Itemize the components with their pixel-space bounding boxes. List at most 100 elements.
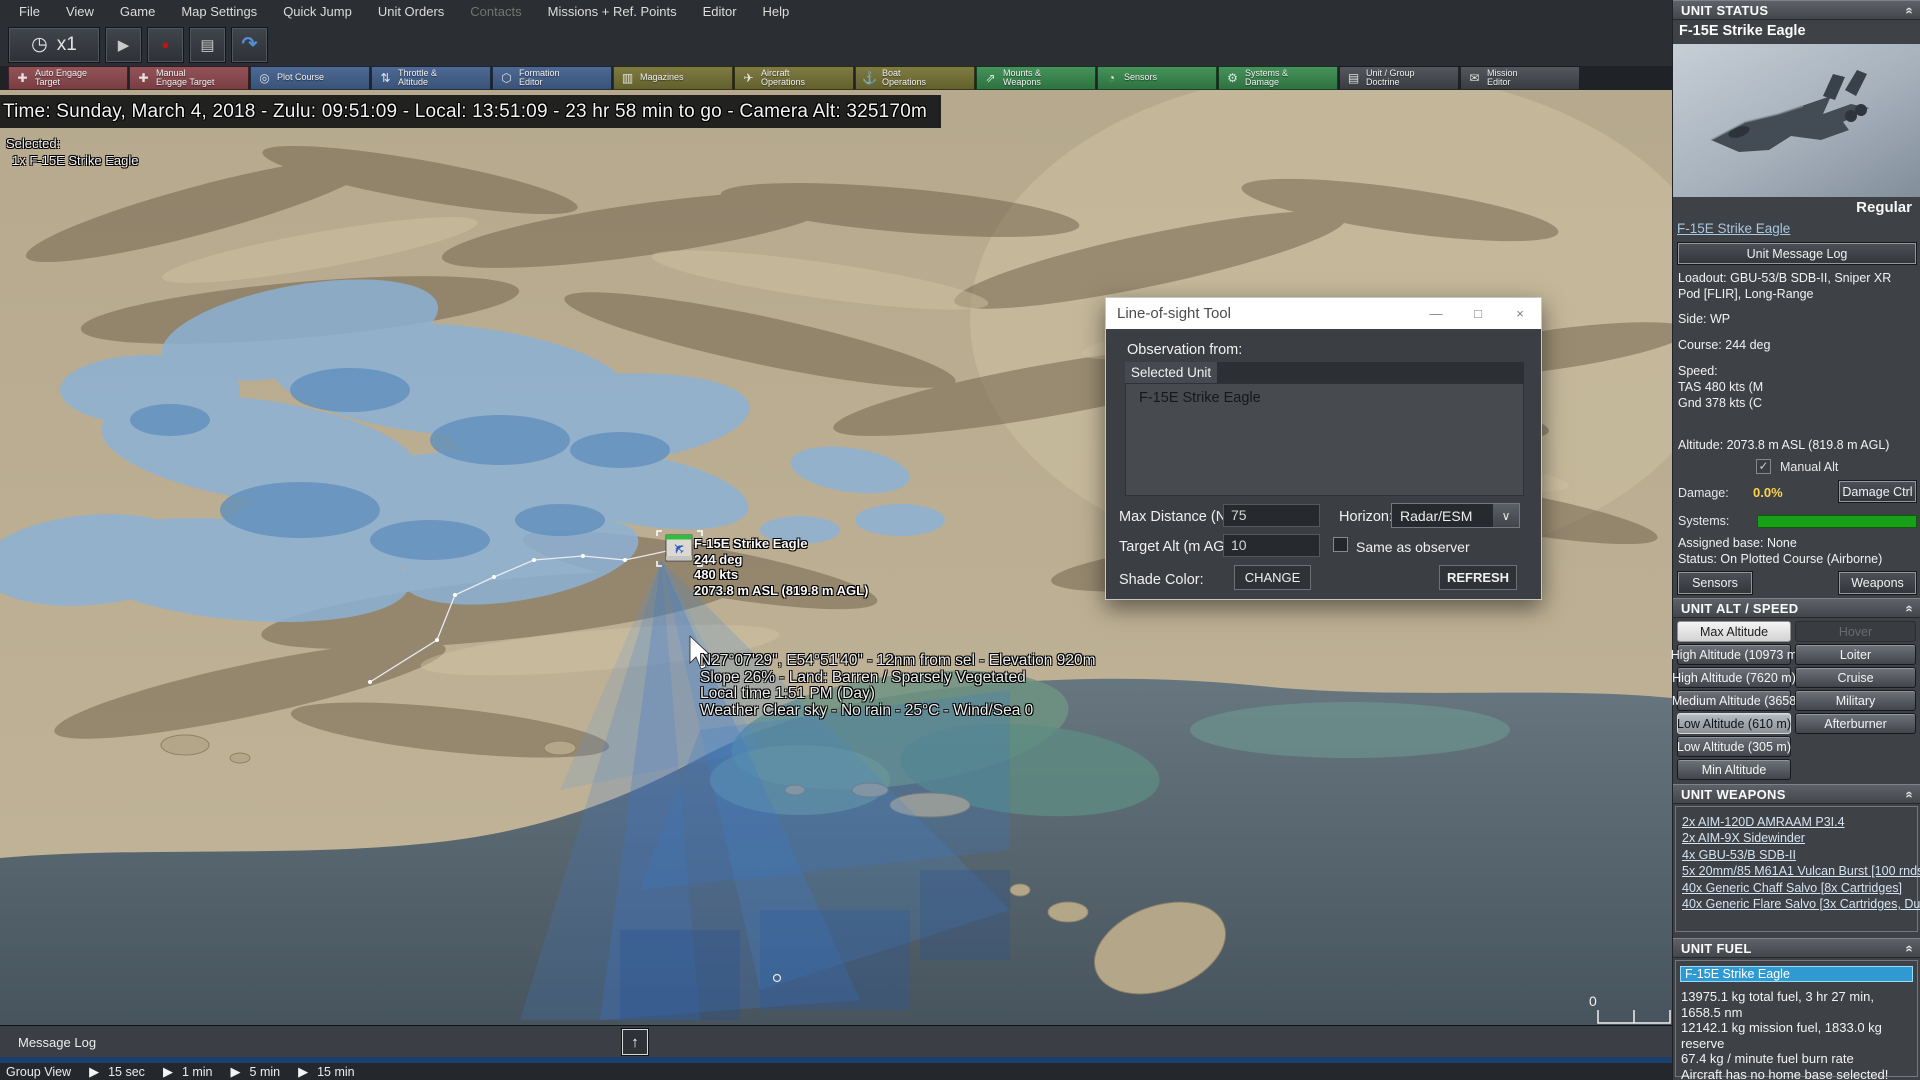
play-step-icon[interactable]: ▶ (163, 1064, 173, 1080)
alt-max-button[interactable]: Max Altitude (1677, 621, 1791, 642)
interval-1min[interactable]: 1 min (182, 1065, 213, 1079)
formation-editor-button[interactable]: ⬡ Formation Editor (492, 66, 612, 90)
change-button[interactable]: CHANGE (1234, 565, 1311, 590)
unit-map-speed: 480 kts (694, 567, 739, 582)
play-button[interactable]: ▶ (105, 26, 142, 63)
maximize-icon[interactable]: □ (1457, 298, 1499, 329)
throttle-altitude-button[interactable]: ⇅ Throttle & Altitude (371, 66, 491, 90)
alt-high-10973-button[interactable]: High Altitude (10973 m (1671, 644, 1797, 665)
group-view-label[interactable]: Group View (6, 1065, 71, 1079)
observer-listbox[interactable]: F-15E Strike Eagle (1125, 383, 1524, 496)
alt-low-305-button[interactable]: Low Altitude (305 m) (1677, 736, 1791, 757)
horizon-select[interactable]: Radar/ESM ∨ (1391, 503, 1520, 528)
recorder-button[interactable]: ▤ (189, 26, 226, 63)
close-icon[interactable]: × (1499, 298, 1541, 329)
observer-list-item[interactable]: F-15E Strike Eagle (1126, 384, 1523, 406)
weapon-link[interactable]: 2x AIM-9X Sidewinder (1682, 830, 1917, 846)
unit-status-header[interactable]: UNIT STATUS » (1673, 0, 1920, 20)
dialog-titlebar[interactable]: Line-of-sight Tool — □ × (1106, 298, 1541, 329)
menu-unit-orders[interactable]: Unit Orders (365, 4, 457, 19)
max-distance-input[interactable]: 75 (1223, 504, 1320, 527)
up-arrow-icon: ↑ (631, 1033, 639, 1051)
alt-min-button[interactable]: Min Altitude (1677, 759, 1791, 780)
alt-medium-3658-button[interactable]: Medium Altitude (3658 (1672, 690, 1796, 711)
weapons-button[interactable]: Weapons (1838, 571, 1917, 595)
systems-damage-button[interactable]: ⚙ Systems & Damage (1218, 66, 1338, 90)
speed-cruise-button[interactable]: Cruise (1795, 667, 1916, 688)
mounts-weapons-button[interactable]: ⇗ Mounts & Weapons (976, 66, 1096, 90)
record-button[interactable]: ● (147, 26, 184, 63)
selected-unit-text: 1x F-15E Strike Eagle (12, 153, 139, 168)
unit-weapons-header[interactable]: UNIT WEAPONS » (1673, 784, 1920, 804)
altitude-text: Altitude: 2073.8 m ASL (819.8 m AGL) (1678, 438, 1890, 452)
formation-icon: ⬡ (501, 71, 512, 85)
unit-db-link[interactable]: F-15E Strike Eagle (1677, 221, 1790, 236)
fuel-selected-unit[interactable]: F-15E Strike Eagle (1680, 966, 1913, 982)
damage-ctrl-button[interactable]: Damage Ctrl (1838, 480, 1917, 503)
collapse-icon[interactable]: » (1901, 6, 1916, 14)
collapse-icon[interactable]: » (1901, 944, 1916, 952)
unit-message-log-button[interactable]: Unit Message Log (1677, 242, 1917, 265)
throttle-icon: ⇅ (380, 71, 391, 85)
interval-5min[interactable]: 5 min (250, 1065, 281, 1079)
alt-high-7620-button[interactable]: High Altitude (7620 m) (1672, 667, 1796, 688)
collapse-icon[interactable]: » (1901, 604, 1916, 612)
speed-afterburner-button[interactable]: Afterburner (1795, 713, 1916, 734)
menu-game[interactable]: Game (107, 4, 168, 19)
unit-map-altitude: 2073.8 m ASL (819.8 m AGL) (694, 582, 869, 598)
play-step-icon[interactable]: ▶ (298, 1064, 308, 1080)
minimize-icon[interactable]: — (1415, 298, 1457, 329)
magazines-button[interactable]: ▥ Magazines (613, 66, 733, 90)
weapon-link[interactable]: 5x 20mm/85 M61A1 Vulcan Burst [100 rnds (1682, 863, 1920, 879)
expand-message-log-button[interactable]: ↑ (621, 1028, 649, 1056)
chevron-down-icon[interactable]: ∨ (1493, 504, 1519, 527)
message-log-bar[interactable]: Message Log (0, 1025, 1672, 1058)
menu-map-settings[interactable]: Map Settings (168, 4, 270, 19)
unit-fuel-header[interactable]: UNIT FUEL » (1673, 938, 1920, 958)
weapon-link[interactable]: 40x Generic Chaff Salvo [8x Cartridges] (1682, 880, 1917, 896)
weapon-link[interactable]: 4x GBU-53/B SDB-II (1682, 847, 1917, 863)
menu-editor[interactable]: Editor (690, 4, 750, 19)
auto-engage-target-button[interactable]: ✚ Auto Engage Target (8, 66, 128, 90)
unit-group-doctrine-button[interactable]: ▤ Unit / Group Doctrine (1339, 66, 1459, 90)
alt-low-610-button[interactable]: Low Altitude (610 m) (1677, 713, 1791, 734)
systems-label: Systems: (1678, 514, 1730, 528)
aircraft-operations-button[interactable]: ✈ Aircraft Operations (734, 66, 854, 90)
manual-engage-icon: ✚ (138, 71, 149, 85)
manual-alt-checkbox[interactable]: ✓ (1756, 459, 1771, 474)
jet-photo-art (1710, 70, 1869, 152)
loadout-text: Loadout: GBU-53/B SDB-II, Sniper XR Pod … (1678, 271, 1892, 301)
unit-alt-speed-header[interactable]: UNIT ALT / SPEED » (1673, 598, 1920, 618)
interval-15sec[interactable]: 15 sec (108, 1065, 145, 1079)
boat-operations-button[interactable]: ⚓ Boat Operations (855, 66, 975, 90)
sensors-button[interactable]: Sensors (1677, 571, 1753, 595)
jump-button[interactable]: ↷ (231, 26, 268, 63)
target-alt-input[interactable]: 10 (1223, 534, 1320, 557)
interval-15min[interactable]: 15 min (317, 1065, 355, 1079)
play-step-icon[interactable]: ▶ (231, 1064, 241, 1080)
speed-loiter-button[interactable]: Loiter (1795, 644, 1916, 665)
collapse-icon[interactable]: » (1901, 790, 1916, 798)
plot-course-button[interactable]: ◎ Plot Course (250, 66, 370, 90)
magazines-label: Magazines (640, 72, 684, 83)
refresh-button[interactable]: REFRESH (1439, 565, 1517, 590)
menu-help[interactable]: Help (750, 4, 803, 19)
play-icon: ▶ (117, 36, 130, 54)
menu-quick-jump[interactable]: Quick Jump (270, 4, 365, 19)
speed-military-button[interactable]: Military (1795, 690, 1916, 711)
sensors-button-toolbar[interactable]: ◔ Sensors (1097, 66, 1217, 90)
weapon-link[interactable]: 2x AIM-120D AMRAAM P3I.4 (1682, 814, 1917, 830)
tab-selected-unit[interactable]: Selected Unit (1125, 362, 1217, 383)
play-step-icon[interactable]: ▶ (89, 1064, 99, 1080)
time-compression-button[interactable]: ◷ x1 (8, 26, 100, 63)
right-sidebar: UNIT STATUS » F-15E Strike Eagle Regular… (1671, 0, 1920, 1080)
manual-engage-target-button[interactable]: ✚ Manual Engage Target (129, 66, 249, 90)
aircraft-icon: ✈ (743, 71, 754, 85)
menu-file[interactable]: File (6, 4, 53, 19)
same-as-observer-checkbox[interactable] (1333, 537, 1348, 552)
weapon-link[interactable]: 40x Generic Flare Salvo [3x Cartridges, … (1682, 896, 1920, 912)
menu-view[interactable]: View (53, 4, 107, 19)
menu-missions-ref-points[interactable]: Missions + Ref. Points (535, 4, 690, 19)
damage-label: Damage: (1678, 486, 1729, 500)
mission-editor-button[interactable]: ✉ Mission Editor (1460, 66, 1580, 90)
